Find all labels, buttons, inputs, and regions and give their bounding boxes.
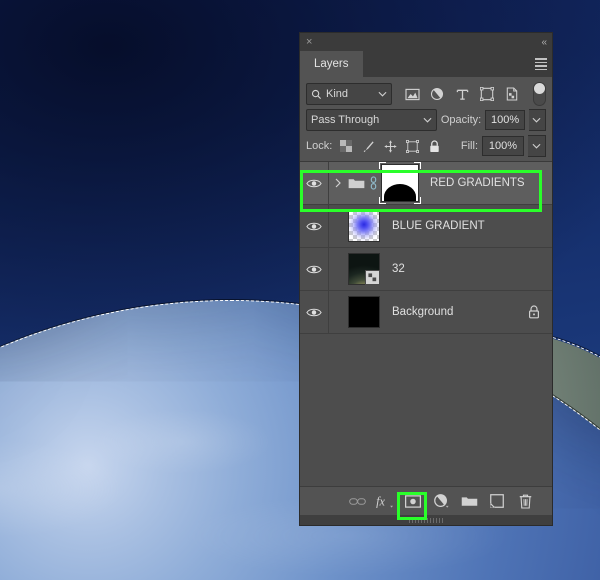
layer-filter-kind-label: Kind bbox=[326, 88, 349, 100]
layer-mask-icon bbox=[405, 494, 421, 508]
table-row[interactable]: Background bbox=[300, 291, 552, 334]
layer-visibility-toggle[interactable] bbox=[300, 205, 329, 247]
collapse-to-icons-icon[interactable]: « bbox=[541, 37, 546, 48]
fill-stepper-chevron-down-icon[interactable] bbox=[528, 135, 546, 157]
mask-selected-corner bbox=[379, 197, 386, 204]
layer-thumbnail-image bbox=[349, 211, 379, 241]
opacity-input[interactable]: 100% bbox=[485, 110, 525, 130]
table-row[interactable]: RED GRADIENTS bbox=[300, 162, 552, 205]
panel-resize-grip[interactable] bbox=[300, 515, 552, 525]
lock-image-pixels-icon[interactable] bbox=[358, 137, 378, 155]
layer-lock-indicator bbox=[528, 305, 552, 319]
mask-shape bbox=[384, 184, 416, 201]
filter-smartobject-icon[interactable] bbox=[500, 84, 525, 104]
smart-object-badge-icon bbox=[365, 270, 380, 285]
lock-all-icon[interactable] bbox=[424, 137, 444, 155]
link-layers-button[interactable] bbox=[344, 489, 370, 513]
layer-content[interactable]: Background bbox=[329, 291, 552, 333]
lock-transparent-pixels-icon[interactable] bbox=[336, 137, 356, 155]
lock-icon-group bbox=[336, 137, 444, 155]
mask-selected-corner bbox=[414, 197, 421, 204]
fill-label: Fill: bbox=[460, 140, 478, 152]
layer-name: Background bbox=[392, 306, 454, 318]
filter-pixel-icon[interactable] bbox=[400, 84, 425, 104]
chevron-right-icon[interactable] bbox=[335, 178, 344, 188]
layer-name: RED GRADIENTS bbox=[430, 177, 525, 189]
eye-icon bbox=[306, 308, 322, 316]
fx-icon: fx bbox=[376, 494, 393, 508]
layer-name: BLUE GRADIENT bbox=[392, 220, 485, 232]
opacity-stepper-chevron-down-icon[interactable] bbox=[528, 109, 546, 131]
link-mask-icon[interactable] bbox=[369, 176, 378, 190]
layer-visibility-toggle[interactable] bbox=[300, 162, 329, 204]
chevron-down-icon bbox=[378, 91, 387, 97]
close-icon[interactable]: × bbox=[306, 36, 312, 48]
eye-icon bbox=[306, 179, 322, 187]
layer-name: 32 bbox=[392, 263, 405, 275]
layer-visibility-toggle[interactable] bbox=[300, 248, 329, 290]
table-row[interactable]: 32 bbox=[300, 248, 552, 291]
adjustment-layer-icon bbox=[433, 493, 449, 508]
layer-visibility-toggle[interactable] bbox=[300, 291, 329, 333]
lock-fill-row: Lock: Fill: 100% bbox=[306, 135, 546, 157]
fill-input[interactable]: 100% bbox=[482, 136, 524, 156]
filter-enable-toggle[interactable] bbox=[532, 82, 546, 106]
blend-mode-value: Pass Through bbox=[311, 114, 380, 126]
tab-bar-filler bbox=[363, 51, 530, 77]
mask-selected-corner bbox=[379, 162, 386, 169]
panel-tab-bar: Layers bbox=[300, 51, 552, 77]
folder-icon bbox=[348, 177, 365, 189]
panel-title-bar: × « bbox=[300, 33, 552, 51]
new-adjustment-layer-button[interactable] bbox=[428, 489, 454, 513]
mask-selected-corner bbox=[414, 162, 421, 169]
filter-shape-icon[interactable] bbox=[475, 84, 500, 104]
tab-layers[interactable]: Layers bbox=[300, 51, 363, 77]
new-group-button[interactable] bbox=[456, 489, 482, 513]
blend-opacity-row: Pass Through Opacity: 100% bbox=[306, 109, 546, 131]
new-layer-button[interactable] bbox=[484, 489, 510, 513]
layer-thumbnail[interactable] bbox=[348, 296, 380, 328]
chevron-down-icon bbox=[423, 117, 432, 123]
panel-menu-button[interactable] bbox=[530, 51, 552, 77]
layer-thumbnail[interactable] bbox=[348, 253, 380, 285]
panel-controls: Kind Pass Through Opacity: 100% Lock: Fi… bbox=[300, 77, 552, 161]
layer-content[interactable]: 32 bbox=[329, 248, 552, 290]
lock-artboard-nesting-icon[interactable] bbox=[402, 137, 422, 155]
lock-icon bbox=[529, 305, 540, 319]
table-row[interactable]: BLUE GRADIENT bbox=[300, 205, 552, 248]
delete-layer-button[interactable] bbox=[512, 489, 538, 513]
svg-text:fx: fx bbox=[376, 494, 385, 508]
filter-row: Kind bbox=[306, 82, 546, 106]
blend-mode-select[interactable]: Pass Through bbox=[306, 109, 437, 131]
layer-mask-thumbnail[interactable] bbox=[379, 162, 421, 204]
add-layer-mask-button[interactable] bbox=[400, 489, 426, 513]
filter-icon-group bbox=[400, 84, 525, 104]
lock-position-icon[interactable] bbox=[380, 137, 400, 155]
eye-icon bbox=[306, 222, 322, 230]
magnifier-icon bbox=[311, 89, 322, 100]
tab-layers-label: Layers bbox=[314, 58, 349, 70]
new-layer-icon bbox=[490, 494, 504, 508]
folder-icon bbox=[461, 497, 477, 506]
filter-type-icon[interactable] bbox=[450, 84, 475, 104]
filter-adjustment-icon[interactable] bbox=[425, 84, 450, 104]
layers-panel-footer: fx bbox=[300, 486, 552, 515]
layer-content[interactable]: RED GRADIENTS bbox=[329, 162, 552, 204]
layers-panel: × « Layers Kind Pass Through Opacity: 10… bbox=[300, 33, 552, 525]
trash-icon bbox=[519, 494, 531, 509]
eye-icon bbox=[306, 265, 322, 273]
layer-thumbnail[interactable] bbox=[348, 210, 380, 242]
lock-label: Lock: bbox=[306, 140, 333, 152]
opacity-label: Opacity: bbox=[440, 114, 482, 126]
layer-filter-kind-select[interactable]: Kind bbox=[306, 83, 392, 105]
app-window: × « Layers Kind Pass Through Opacity: 10… bbox=[0, 0, 600, 580]
layer-style-button[interactable]: fx bbox=[372, 489, 398, 513]
grip-icon bbox=[409, 517, 443, 523]
link-icon bbox=[348, 497, 366, 505]
layer-list[interactable]: RED GRADIENTS BLUE GRADIENT 32 Backgroun… bbox=[300, 161, 552, 486]
layer-content[interactable]: BLUE GRADIENT bbox=[329, 205, 552, 247]
hamburger-icon bbox=[535, 58, 547, 70]
